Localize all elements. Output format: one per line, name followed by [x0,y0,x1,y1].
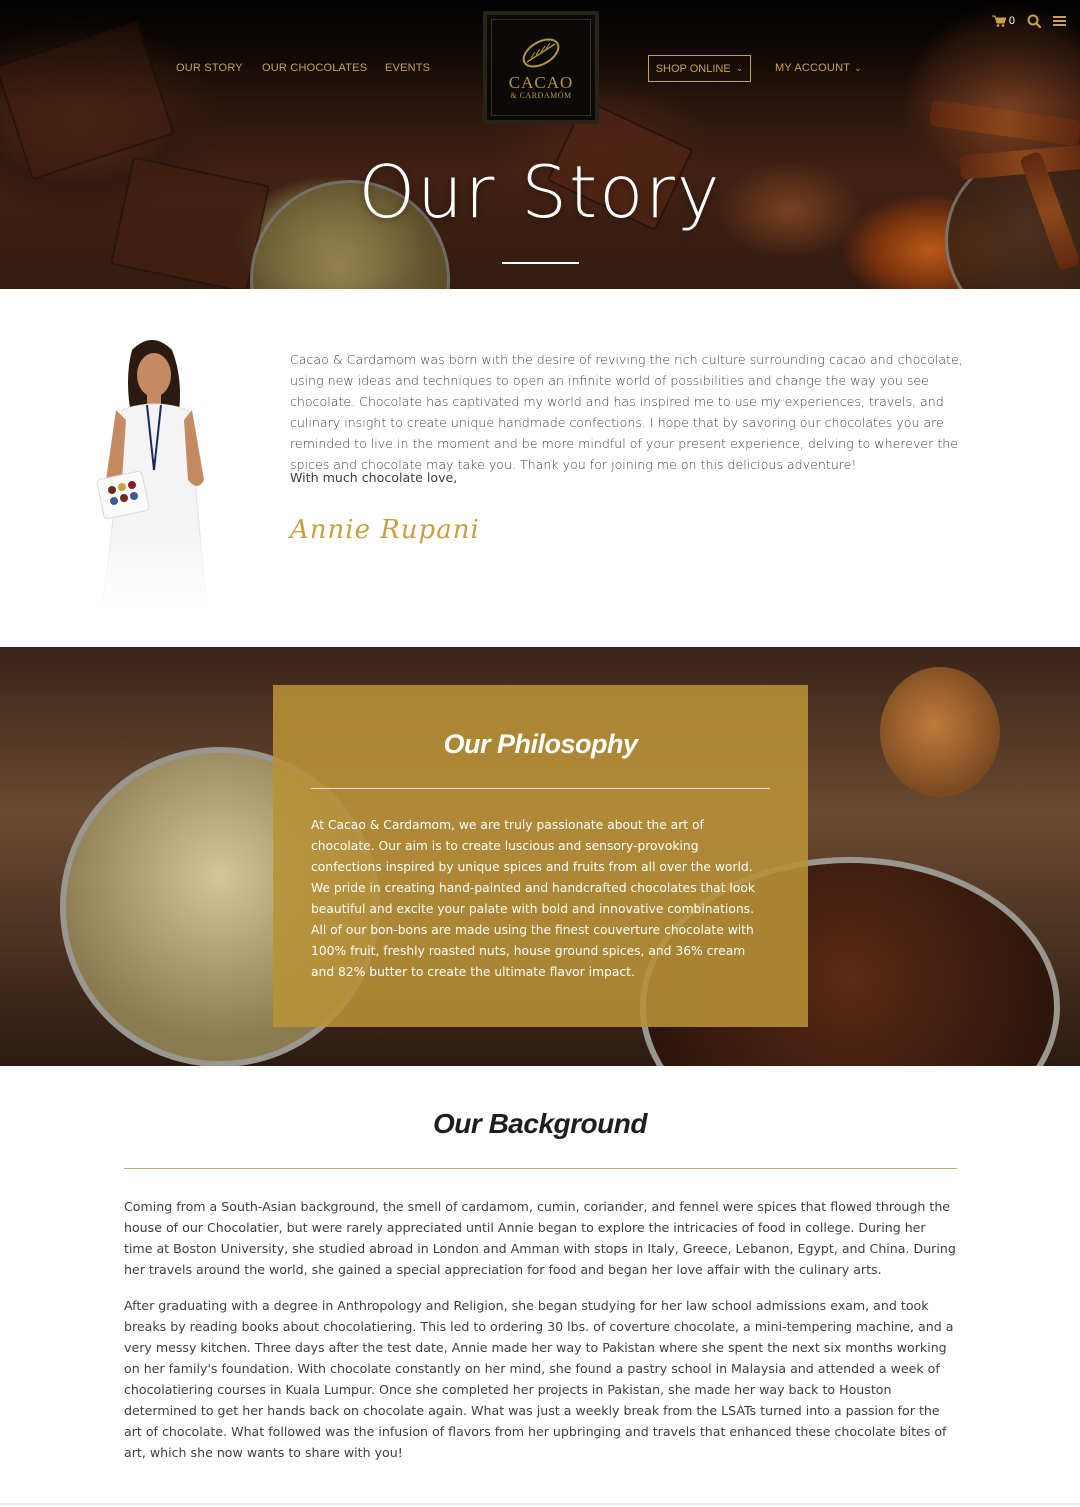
logo-subtitle: & CARDAMOM [510,90,572,100]
search-icon[interactable] [1027,14,1041,28]
cart-count: 0 [1008,15,1015,27]
turmeric-root-image [880,667,1000,797]
nav-events[interactable]: EVENTS [385,62,430,74]
shop-online-label: SHOP ONLINE [655,62,731,75]
header-utility-icons: 0 [991,14,1066,28]
background-divider [124,1168,957,1169]
my-account-label: MY ACCOUNT [775,62,851,74]
title-divider [502,262,579,264]
nav-our-chocolates[interactable]: OUR CHOCOLATES [262,62,367,74]
menu-icon[interactable] [1053,15,1066,27]
philosophy-heading: Our Philosophy [443,729,638,759]
background-paragraph: After graduating with a degree in Anthro… [124,1298,954,1460]
page-title: Our Story [358,150,722,234]
cacao-pod-icon [522,38,560,67]
founder-portrait [92,330,222,610]
chevron-down-icon: ⌄ [735,63,744,73]
philosophy-divider [311,788,770,789]
cart-link[interactable]: 0 [991,15,1015,27]
nav-our-story[interactable]: OUR STORY [176,62,243,74]
shop-online-button[interactable]: SHOP ONLINE ⌄ [648,55,751,82]
chevron-down-icon: ⌄ [854,62,862,73]
my-account-menu[interactable]: MY ACCOUNT ⌄ [775,62,862,74]
background-heading: Our Background [433,1108,647,1139]
philosophy-card: Our Philosophy At Cacao & Cardamom, we a… [273,685,808,1027]
site-logo[interactable]: CACAO & CARDAMOM [483,11,599,124]
background-paragraph: Coming from a South-Asian background, th… [124,1199,956,1277]
hero-banner: OUR STORY OUR CHOCOLATES EVENTS CACAO & … [0,0,1080,289]
cart-icon [991,15,1006,27]
footer-divider [0,1503,1080,1505]
philosophy-text: At Cacao & Cardamom, we are truly passio… [311,818,756,979]
logo-wordmark: CACAO [508,72,574,92]
founder-letter: Cacao & Cardamom was born with the desir… [290,352,963,472]
founder-signature: Annie Rupani [290,515,480,545]
letter-closing: With much chocolate love, [290,470,458,485]
